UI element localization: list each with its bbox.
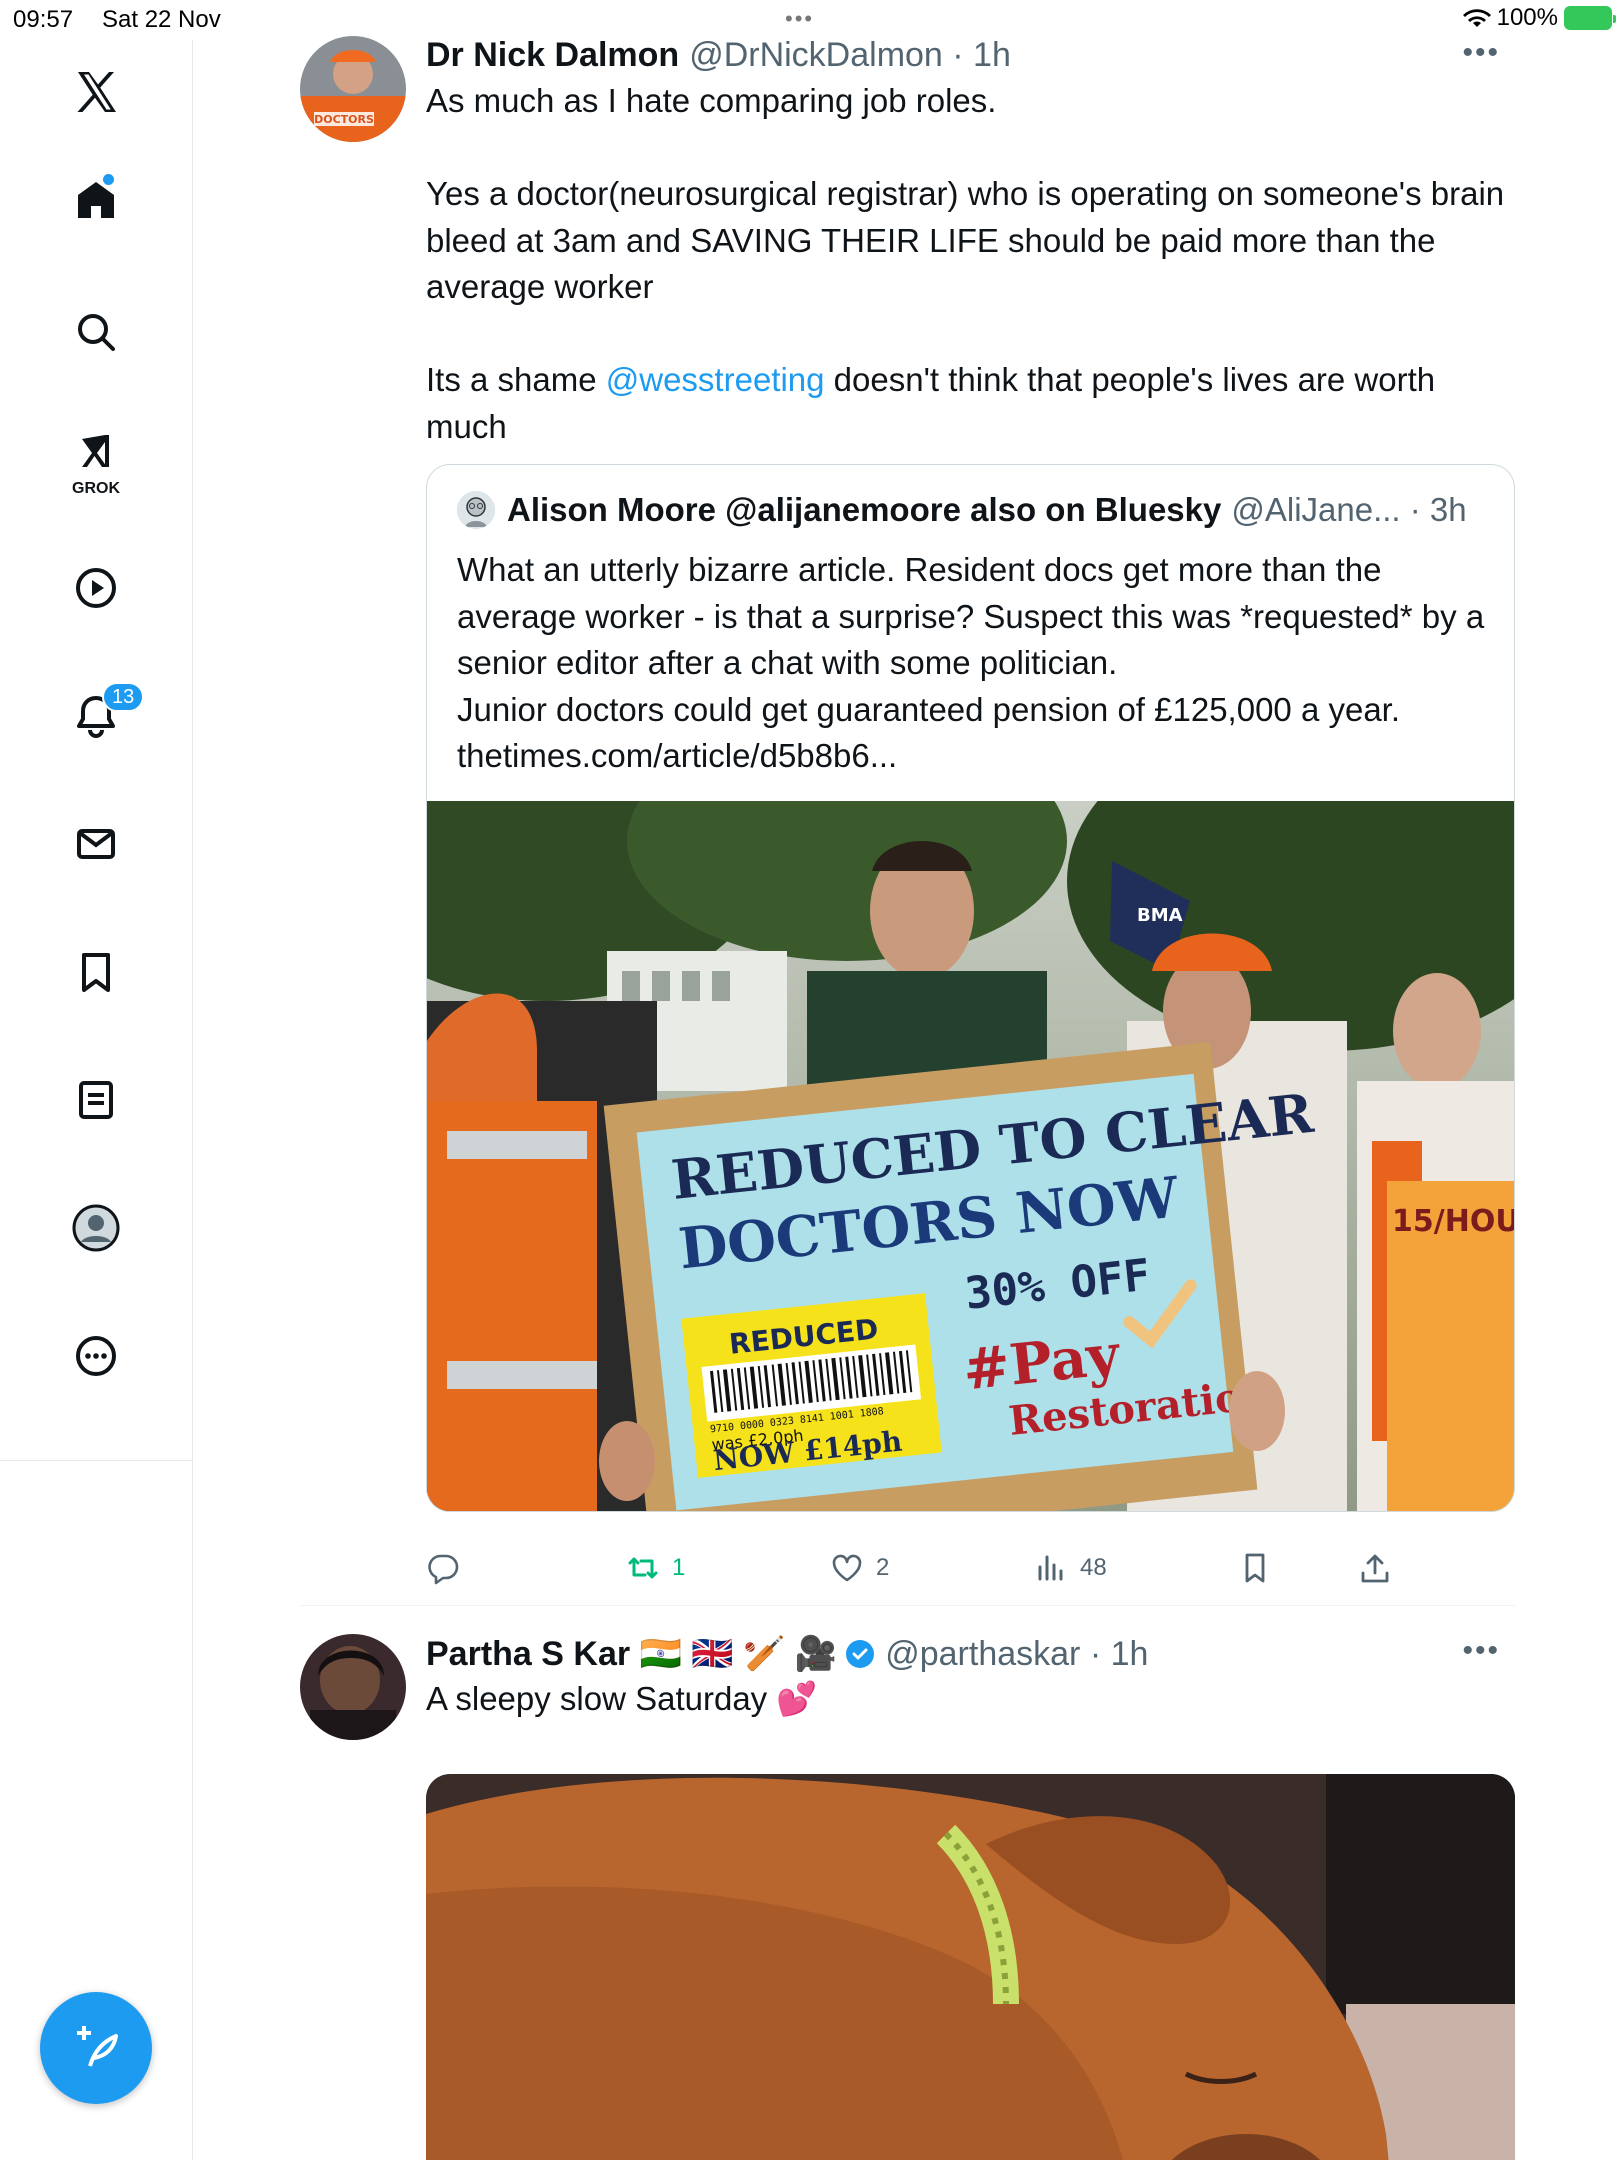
more-options-icon[interactable] [56,1316,136,1396]
bma-flag-text: BMA [1137,905,1183,926]
x-logo-icon[interactable] [56,52,136,132]
sidebar-divider [0,1460,193,1461]
tweet-text-para3: Its a shame @wesstreeting doesn't think … [426,361,1436,445]
tweet-more-icon[interactable]: ••• [1462,36,1500,70]
bookmark-icon[interactable] [56,932,136,1012]
avatar[interactable] [300,1634,406,1740]
quote-text: What an utterly bizarre article. Residen… [457,547,1487,780]
tweet-header: Partha S Kar 🇮🇳 🇬🇧 🏏 🎥 @parthaskar · 1h [426,1634,1148,1674]
status-bar: 09:57 Sat 22 Nov ••• 100% [0,0,1620,40]
status-time: 09:57 [13,6,74,33]
home-icon[interactable] [56,160,136,240]
wifi-icon [1462,9,1491,27]
battery-percent: 100% [1496,4,1558,31]
tweet-divider [300,1605,1515,1606]
views-button[interactable]: 48 [1034,1551,1107,1585]
grok-icon[interactable]: GROK [56,420,136,500]
quote-link[interactable]: thetimes.com/article/d5b8b6... [457,733,1487,780]
multitasking-dots[interactable]: ••• [785,6,814,32]
author-name[interactable]: Partha S Kar 🇮🇳 🇬🇧 🏏 🎥 [426,1634,837,1674]
tweet-more-icon[interactable]: ••• [1462,1634,1500,1668]
profile-avatar-icon[interactable] [56,1188,136,1268]
quote-text-body: What an utterly bizarre article. Residen… [457,551,1485,681]
bookmark-icon [1245,1553,1265,1583]
reply-icon [428,1554,459,1585]
quote-author-name[interactable]: Alison Moore @alijanemoore also on Blues… [507,491,1221,529]
quote-author-handle-time[interactable]: @AliJane... · 3h [1231,491,1466,529]
like-count: 2 [876,1554,890,1581]
author-handle-time[interactable]: @parthaskar · 1h [885,1635,1148,1674]
author-name[interactable]: Dr Nick Dalmon [426,36,679,75]
video-icon[interactable] [56,548,136,628]
side-banner-text: 15/HOU NOT A FAIR FOR A JU DOCT [1392,1204,1515,1239]
tweet-text-para2: Yes a doctor(neurosurgical registrar) wh… [426,175,1505,305]
mention-link[interactable]: @wesstreeting [606,361,825,398]
share-button[interactable] [1358,1551,1392,1585]
author-handle-time[interactable]: @DrNickDalmon · 1h [689,36,1011,75]
search-icon[interactable] [56,292,136,372]
notifications-bell-icon[interactable]: 13 [56,676,145,756]
status-date: Sat 22 Nov [102,6,221,33]
battery-icon [1564,6,1616,30]
tweet-header: Dr Nick Dalmon @DrNickDalmon · 1h [426,36,1011,75]
tweet-photo[interactable] [426,1774,1515,2160]
status-right: 100% [1462,4,1616,32]
heart-icon [832,1554,862,1582]
quoted-tweet[interactable]: Alison Moore @alijanemoore also on Blues… [426,464,1515,1512]
tweet-text: As much as I hate comparing job roles. Y… [426,78,1506,450]
home-notification-dot [103,174,114,185]
notifications-count-badge: 13 [102,682,145,712]
view-count: 48 [1080,1554,1107,1581]
share-upload-icon [1361,1554,1389,1583]
tweet-actions: 1 2 48 [426,1551,1426,1601]
reply-button[interactable] [426,1551,472,1585]
grok-label: GROK [72,480,120,497]
avatar-sign-text: DOCTORS [314,113,374,126]
retweet-button[interactable]: 1 [626,1551,685,1585]
lists-icon[interactable] [56,1060,136,1140]
tweet-text: A sleepy slow Saturday 💕 [426,1680,818,1717]
sidebar: GROK 13 [0,40,193,2160]
quote-avatar[interactable] [457,491,495,529]
compose-feather-icon [77,2026,118,2067]
retweet-icon [628,1557,658,1579]
quote-text-body2: Junior doctors could get guaranteed pens… [457,690,1401,728]
bookmark-button[interactable] [1238,1551,1272,1585]
views-chart-icon [1038,1555,1063,1581]
compose-post-button[interactable] [40,1992,152,2104]
messages-envelope-icon[interactable] [56,804,136,884]
retweet-count: 1 [672,1554,686,1581]
verified-badge-icon [845,1639,875,1669]
quote-header: Alison Moore @alijanemoore also on Blues… [457,491,1467,529]
avatar[interactable]: DOCTORS [300,36,406,142]
like-button[interactable]: 2 [830,1551,889,1585]
quote-photo[interactable]: BMA 15/HOU NOT A FAIR FOR A JU DOCT REDU… [427,801,1515,1511]
tweet-text-line1: As much as I hate comparing job roles. [426,82,997,119]
